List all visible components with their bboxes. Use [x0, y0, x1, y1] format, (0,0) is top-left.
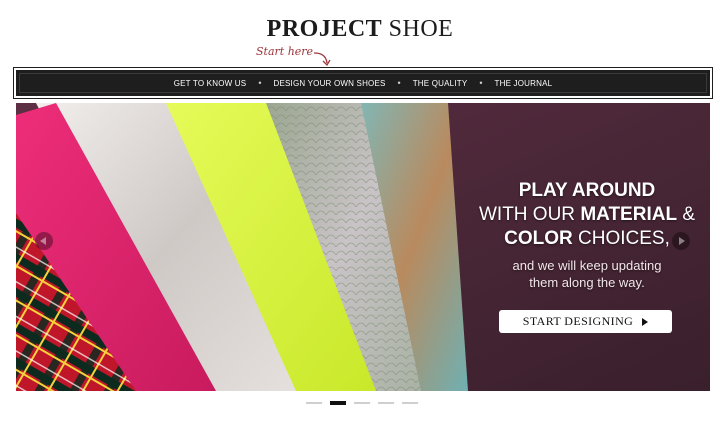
slide-indicator-4[interactable]: [378, 402, 394, 404]
headline-line-2-post: &: [677, 204, 696, 225]
headline-line-1: PLAY AROUND: [518, 180, 656, 201]
start-here-tagline: Start here: [256, 45, 314, 58]
slide-indicator-5[interactable]: [402, 402, 418, 404]
slide-indicator-3[interactable]: [354, 402, 370, 404]
slide-indicator-2[interactable]: [330, 401, 346, 405]
hero-slider: PLAY AROUND WITH OUR MATERIAL & COLOR CH…: [16, 103, 710, 391]
headline-material: MATERIAL: [580, 204, 678, 225]
nav-item-the-journal[interactable]: THE JOURNAL: [483, 79, 565, 88]
hero-headline: PLAY AROUND WITH OUR MATERIAL & COLOR CH…: [472, 179, 702, 291]
hero-subtext: and we will keep updating them along the…: [472, 257, 702, 291]
site-logo[interactable]: PROJECT SHOE: [0, 16, 720, 43]
headline-line-3-post: CHOICES,: [572, 228, 670, 249]
start-designing-label: START DESIGNING: [522, 314, 634, 328]
curved-arrow-icon: [313, 52, 331, 67]
nav-item-the-quality[interactable]: THE QUALITY: [401, 79, 480, 88]
play-triangle-icon: [642, 317, 649, 326]
headline-color: COLOR: [504, 228, 573, 249]
hero-subtext-line-2: them along the way.: [529, 275, 645, 290]
logo-bold-text: PROJECT: [266, 16, 383, 42]
nav-item-design-your-own-shoes[interactable]: DESIGN YOUR OWN SHOES: [261, 79, 397, 88]
slider-pagination: [306, 401, 418, 405]
headline-line-2-pre: WITH OUR: [478, 204, 581, 225]
hero-subtext-line-1: and we will keep updating: [512, 258, 662, 273]
start-designing-button[interactable]: START DESIGNING: [499, 310, 672, 333]
slide-indicator-1[interactable]: [306, 402, 322, 404]
nav-inner: GET TO KNOW US • DESIGN YOUR OWN SHOES •…: [19, 73, 707, 93]
headline-line-2: WITH OUR MATERIAL &: [472, 203, 702, 227]
chevron-left-icon[interactable]: [35, 232, 53, 250]
nav-item-get-to-know-us[interactable]: GET TO KNOW US: [162, 79, 259, 88]
logo-light-text: SHOE: [388, 16, 454, 42]
main-nav: GET TO KNOW US • DESIGN YOUR OWN SHOES •…: [13, 67, 713, 99]
headline-line-3: COLOR CHOICES,: [472, 227, 702, 251]
